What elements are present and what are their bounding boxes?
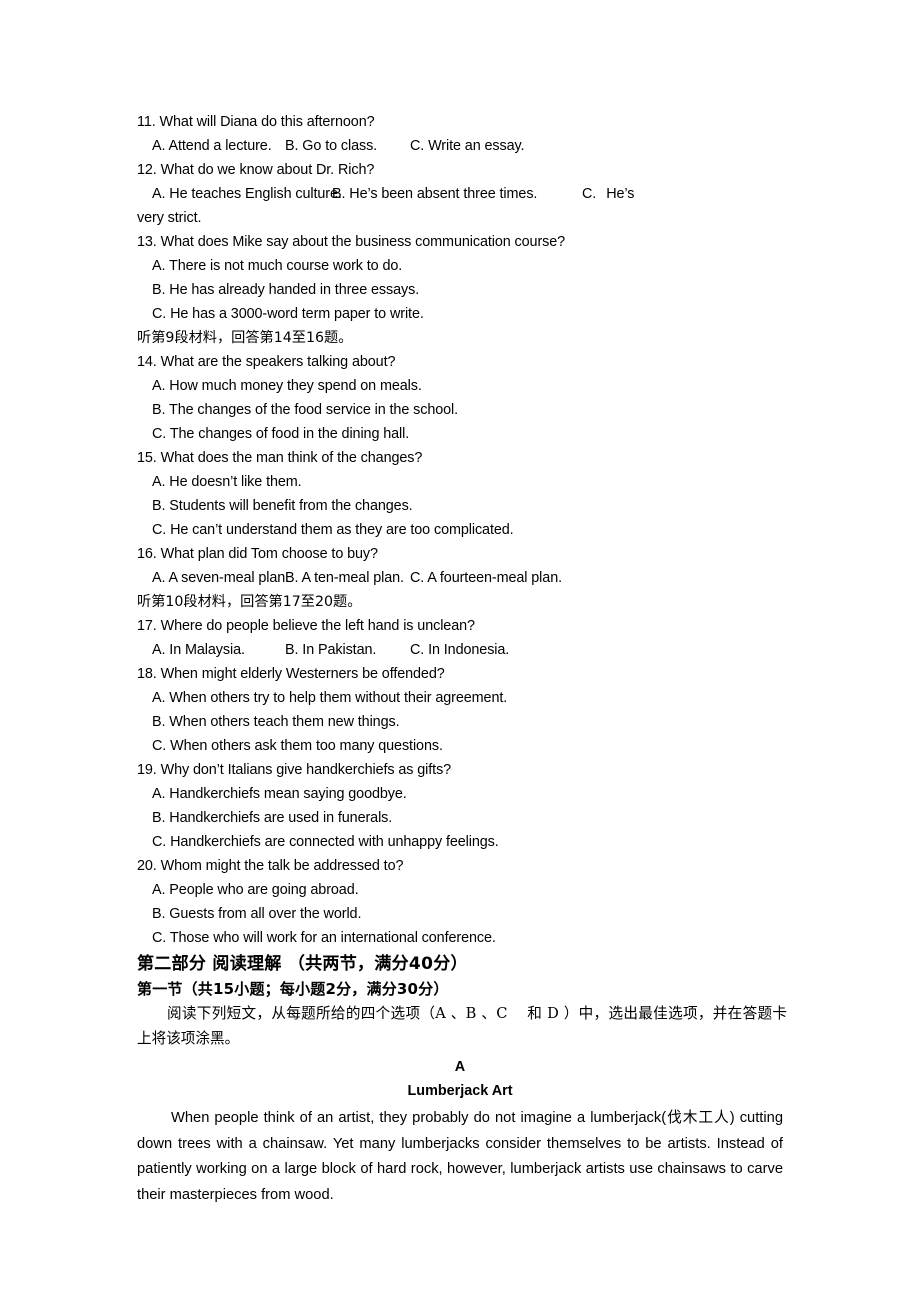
option-q18-a[interactable]: A. When others try to help them without …	[137, 686, 783, 710]
passage-title: Lumberjack Art	[407, 1083, 513, 1099]
part-two-heading: 第二部分 阅读理解 （共两节，满分40分）	[137, 954, 468, 974]
passage-label: A	[454, 1059, 466, 1075]
option-row-q11: A. Attend a lecture. B. Go to class. C. Wr…	[137, 134, 783, 158]
section-one-instruction: 阅读下列短文，从每题所给的四个选项（A 、B 、C 和 D ）中，选出最佳选项，…	[137, 1005, 787, 1047]
option-q16-a[interactable]: A. A seven-meal plan.	[152, 566, 289, 590]
option-q19-a[interactable]: A. Handkerchiefs mean saying goodbye.	[137, 782, 783, 806]
option-q20-c[interactable]: C. Those who will work for an internatio…	[137, 926, 783, 950]
option-q20-b[interactable]: B. Guests from all over the world.	[137, 902, 783, 926]
option-q19-b[interactable]: B. Handkerchiefs are used in funerals.	[137, 806, 783, 830]
option-q11-c[interactable]: C. Write an essay.	[410, 134, 525, 158]
question-prompt-q20: 20. Whom might the talk be addressed to?	[137, 858, 404, 874]
question-prompt-q11: 11. What will Diana do this afternoon?	[137, 114, 375, 130]
option-row-q16: A. A seven-meal plan.B. A ten-meal plan.…	[137, 566, 783, 590]
option-q11-a[interactable]: A. Attend a lecture.	[152, 134, 285, 158]
option-q17-a[interactable]: A. In Malaysia.	[152, 638, 285, 662]
option-row-q12: A. He teaches English culture.B. He’s be…	[137, 182, 798, 206]
option-q14-b[interactable]: B. The changes of the food service in th…	[137, 398, 783, 422]
option-row-q17: A. In Malaysia. B. In Pakistan. C. In Indo…	[137, 638, 783, 662]
question-prompt-q13: 13. What does Mike say about the busines…	[137, 234, 566, 250]
option-q12-c[interactable]: C. He’s	[582, 182, 634, 206]
section-one-heading: 第一节（共15小题；每小题2分，满分30分）	[137, 980, 449, 998]
option-q13-b[interactable]: B. He has already handed in three essays…	[137, 278, 783, 302]
option-q18-b[interactable]: B. When others teach them new things.	[137, 710, 783, 734]
option-q11-b[interactable]: B. Go to class.	[285, 134, 410, 158]
option-q12-c-continuation: very strict.	[137, 210, 202, 226]
question-prompt-q19: 19. Why don’t Italians give handkerchief…	[137, 762, 452, 778]
option-q14-c[interactable]: C. The changes of food in the dining hal…	[137, 422, 783, 446]
passage-body-gloss: 伐木工人	[666, 1109, 730, 1126]
option-q13-a[interactable]: A. There is not much course work to do.	[137, 254, 783, 278]
option-q13-c[interactable]: C. He has a 3000-word term paper to writ…	[137, 302, 783, 326]
option-q15-b[interactable]: B. Students will benefit from the change…	[137, 494, 783, 518]
option-q16-b[interactable]: B. A ten-meal plan.	[285, 566, 410, 590]
option-q14-a[interactable]: A. How much money they spend on meals.	[137, 374, 783, 398]
listening-directive-9: 听第9段材料，回答第14至16题。	[137, 330, 353, 346]
option-q17-b[interactable]: B. In Pakistan.	[285, 638, 410, 662]
option-q20-a[interactable]: A. People who are going abroad.	[137, 878, 783, 902]
option-q16-c[interactable]: C. A fourteen-meal plan.	[410, 566, 562, 590]
page-content: 11. What will Diana do this afternoon? A…	[137, 110, 787, 1208]
question-prompt-q14: 14. What are the speakers talking about?	[137, 354, 396, 370]
question-prompt-q15: 15. What does the man think of the chang…	[137, 450, 423, 466]
question-prompt-q18: 18. When might elderly Westerners be off…	[137, 666, 445, 682]
option-q12-a[interactable]: A. He teaches English culture.	[152, 182, 342, 206]
option-q15-c[interactable]: C. He can’t understand them as they are …	[137, 518, 783, 542]
option-q17-c[interactable]: C. In Indonesia.	[410, 638, 509, 662]
exam-paper-page: 11. What will Diana do this afternoon? A…	[0, 0, 920, 1302]
listening-directive-10: 听第10段材料，回答第17至20题。	[137, 594, 362, 610]
option-q19-c[interactable]: C. Handkerchiefs are connected with unha…	[137, 830, 783, 854]
passage-body: When people think of an artist, they pro…	[137, 1105, 783, 1208]
option-q12-c-letter: C.	[582, 186, 597, 202]
question-prompt-q17: 17. Where do people believe the left han…	[137, 618, 475, 634]
option-q18-c[interactable]: C. When others ask them too many questio…	[137, 734, 783, 758]
question-prompt-q16: 16. What plan did Tom choose to buy?	[137, 546, 378, 562]
option-q15-a[interactable]: A. He doesn’t like them.	[137, 470, 783, 494]
passage-body-pre: When people think of an artist, they pro…	[171, 1110, 667, 1126]
option-q12-b[interactable]: B. He’s been absent three times.	[332, 182, 582, 206]
question-prompt-q12: 12. What do we know about Dr. Rich?	[137, 162, 375, 178]
option-q12-c-text: He’s	[606, 186, 635, 202]
